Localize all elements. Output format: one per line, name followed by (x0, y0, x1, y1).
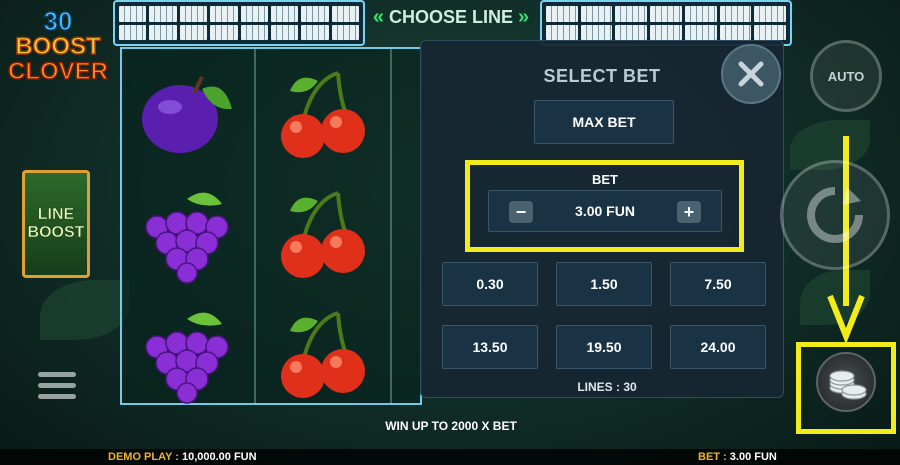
auto-spin-button[interactable]: AUTO (810, 40, 882, 112)
bet-preset-button[interactable]: 1.50 (556, 262, 652, 306)
cherries-icon (281, 71, 365, 158)
footer-bet: BET : 3.00 FUN (698, 451, 777, 463)
max-bet-button[interactable]: MAX BET (534, 100, 674, 144)
max-bet-label: MAX BET (572, 114, 636, 130)
bet-preset-label: 13.50 (472, 339, 508, 355)
bet-highlight-box (465, 160, 744, 252)
footer-bet-label: BET : (698, 451, 727, 463)
cherries-icon (281, 311, 365, 398)
bet-preset-button[interactable]: 0.30 (442, 262, 538, 306)
reels-area (120, 47, 422, 405)
cherries-icon (281, 191, 365, 278)
bet-preset-button[interactable]: 13.50 (442, 325, 538, 369)
demo-balance: DEMO PLAY : 10,000.00 FUN (108, 451, 257, 463)
choose-line-label: CHOOSE LINE (388, 7, 513, 27)
bet-preset-label: 0.30 (476, 276, 504, 292)
bet-preset-label: 19.50 (586, 339, 622, 355)
bet-preset-button[interactable]: 19.50 (556, 325, 652, 369)
chevron-left-icon: « (372, 6, 384, 28)
close-button[interactable] (721, 44, 781, 104)
status-bar: DEMO PLAY : 10,000.00 FUN BET : 3.00 FUN (0, 449, 900, 465)
bet-preset-label: 24.00 (700, 339, 736, 355)
bet-preset-button[interactable]: 7.50 (670, 262, 766, 306)
auto-label: AUTO (827, 68, 865, 84)
grapes-icon (145, 192, 229, 284)
spin-icon (807, 187, 863, 243)
demo-label: DEMO PLAY : (108, 451, 179, 463)
logo-line-2: BOOST (15, 33, 102, 60)
bet-preset-label: 1.50 (590, 276, 618, 292)
footer-bet-value: 3.00 FUN (729, 451, 777, 463)
game-logo: 30 BOOST CLOVER (7, 6, 109, 85)
choose-line-button[interactable]: « CHOOSE LINE » (368, 6, 534, 29)
grapes-icon (145, 312, 229, 404)
coins-icon (829, 370, 867, 400)
logo-line-1: 30 (43, 6, 73, 36)
logo-line-3: CLOVER (7, 58, 109, 85)
menu-icon[interactable] (38, 372, 76, 405)
lines-count: LINES : 30 (577, 380, 637, 394)
bet-preset-button[interactable]: 24.00 (670, 325, 766, 369)
chevron-right-icon: » (518, 6, 530, 28)
win-up-to-text: WIN UP TO 2000 X BET (385, 419, 517, 433)
bet-preset-label: 7.50 (704, 276, 732, 292)
plum-icon (142, 76, 232, 153)
paylines-left-strip (113, 0, 365, 46)
background-leaf (40, 280, 130, 340)
demo-value: 10,000.00 FUN (181, 451, 257, 463)
line-boost-button[interactable]: LINE BOOST (22, 170, 90, 278)
line-boost-label: LINE BOOST (27, 205, 85, 241)
spin-button[interactable] (780, 160, 890, 270)
bet-settings-button[interactable] (816, 352, 876, 412)
close-icon (738, 61, 764, 87)
